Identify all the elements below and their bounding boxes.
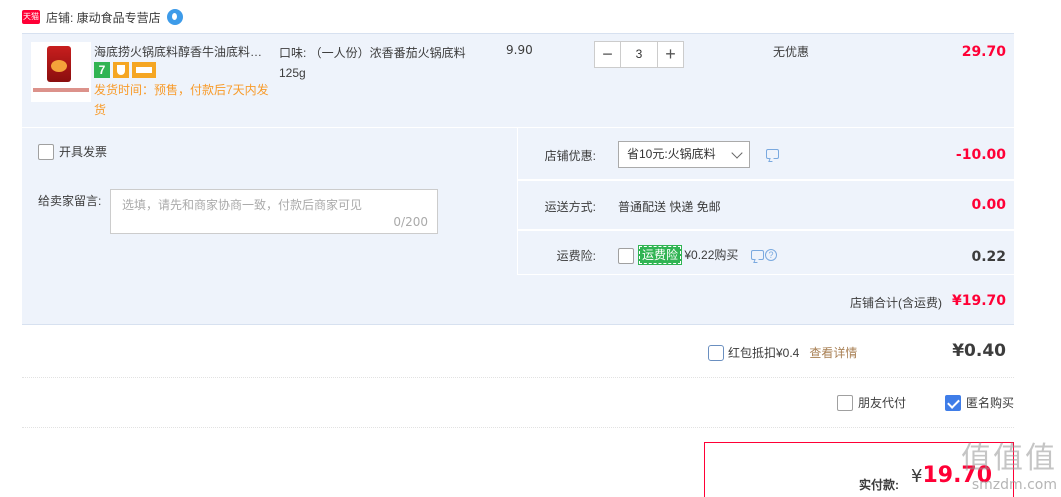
unit-price: 9.90 <box>506 43 533 57</box>
shipping-amount: 0.00 <box>971 197 1006 213</box>
order-options-right: 店铺优惠: 省10元:火锅底料 -10.00 运送方式: 普通配送 快递 免邮 … <box>518 128 1014 275</box>
guarantee-shield-icon[interactable] <box>113 62 129 78</box>
tmall-icon: 天猫 <box>22 10 40 24</box>
qty-minus-button[interactable]: − <box>594 41 621 68</box>
friend-pay-checkbox[interactable] <box>837 394 853 411</box>
coupon-chat-icon[interactable] <box>766 149 779 159</box>
item-thumbnail[interactable] <box>31 42 91 102</box>
redpack-row: 红包抵扣¥0.4 查看详情 ¥0.40 <box>22 326 1014 378</box>
pay-label: 实付款: <box>859 478 899 492</box>
coupon-label: 店铺优惠: <box>544 149 596 163</box>
thumbnail-caption <box>33 88 89 92</box>
insurance-chat-icon[interactable] <box>751 250 764 260</box>
shipping-value: 普通配送 快递 免邮 <box>618 200 721 214</box>
insurance-checkbox[interactable] <box>618 248 634 264</box>
redpack-option[interactable]: 红包抵扣¥0.4 查看详情 <box>708 344 857 361</box>
qty-input[interactable]: 3 <box>621 41 657 68</box>
shipping-row: 运送方式: 普通配送 快递 免邮 0.00 <box>518 181 1014 230</box>
memo-label: 给卖家留言: <box>38 194 102 208</box>
invoice-label: 开具发票 <box>59 145 108 159</box>
wangwang-chat-icon[interactable] <box>166 9 183 25</box>
shop-name[interactable]: 店铺: 康动食品专营店 <box>46 9 161 26</box>
item-sku: 口味: （一人份）浓香番茄火锅底料125g <box>279 46 466 80</box>
pay-amount: ¥19.70 <box>911 463 992 488</box>
insurance-amount: 0.22 <box>971 249 1006 265</box>
memo-placeholder: 选填，请先和商家协商一致，付款后商家可见 <box>122 198 363 212</box>
insurance-badge: 运费险 <box>637 245 683 265</box>
shipping-label: 运送方式: <box>544 200 596 214</box>
coupon-amount: -10.00 <box>955 147 1006 163</box>
redpack-detail-link[interactable]: 查看详情 <box>809 344 857 361</box>
insurance-label: 运费险: <box>556 249 596 263</box>
service-badges: 7 <box>94 62 156 78</box>
order-options-left: 开具发票 给卖家留言: 选填，请先和商家协商一致，付款后商家可见 0/200 <box>22 128 517 275</box>
product-package-image <box>47 46 71 82</box>
memo-char-count: 0/200 <box>393 215 428 229</box>
insurance-row: 运费险: 运费险 ¥0.22购买 ? 0.22 <box>518 231 1014 275</box>
anonymous-buy-label: 匿名购买 <box>966 396 1015 410</box>
shop-header: 天猫 店铺: 康动食品专营店 <box>22 8 183 26</box>
friend-pay-label: 朋友代付 <box>858 396 907 410</box>
shop-total-value: ¥19.70 <box>951 293 1006 309</box>
friend-pay-option[interactable]: 朋友代付 <box>837 394 906 411</box>
shop-total-label: 店铺合计(含运费) <box>850 296 942 310</box>
insurance-price-text: ¥0.22购买 <box>684 248 739 262</box>
invoice-checkbox[interactable] <box>38 143 54 160</box>
cart-item-row: 海底捞火锅底料醇香牛油底料番茄火锅底料 7 发货时间：预售，付款后7天内发货 口… <box>22 33 1014 127</box>
seller-memo-input[interactable]: 选填，请先和商家协商一致，付款后商家可见 0/200 <box>110 189 438 234</box>
item-total: 29.70 <box>961 44 1006 60</box>
chevron-down-icon <box>731 147 743 159</box>
seven-day-return-icon[interactable]: 7 <box>94 62 110 78</box>
insurance-option[interactable]: 运费险 ¥0.22购买 <box>637 245 739 265</box>
qty-plus-button[interactable]: + <box>657 41 684 68</box>
anonymous-buy-checkbox[interactable] <box>945 394 961 411</box>
invoice-option[interactable]: 开具发票 <box>38 143 107 160</box>
redpack-amount: ¥0.40 <box>952 341 1006 361</box>
coupon-select[interactable]: 省10元:火锅底料 <box>618 141 750 168</box>
ship-time-note: 发货时间：预售，付款后7天内发货 <box>94 83 269 117</box>
coupon-select-value: 省10元:火锅底料 <box>627 147 716 161</box>
redpack-label: 红包抵扣¥0.4 <box>728 346 800 360</box>
credit-card-icon[interactable] <box>132 62 156 78</box>
quantity-stepper: − 3 + <box>594 41 684 68</box>
anonymous-buy-option[interactable]: 匿名购买 <box>945 394 1014 411</box>
shop-total-row: 店铺合计(含运费) ¥19.70 <box>22 275 1014 325</box>
item-title[interactable]: 海底捞火锅底料醇香牛油底料番茄火锅底料 <box>94 43 274 60</box>
pay-currency: ¥ <box>911 466 923 487</box>
item-promo: 无优惠 <box>773 45 810 59</box>
help-icon[interactable]: ? <box>765 249 777 261</box>
pay-summary-box: 实付款: ¥19.70 <box>704 442 1014 497</box>
coupon-row: 店铺优惠: 省10元:火锅底料 -10.00 <box>518 128 1014 180</box>
redpack-checkbox[interactable] <box>708 344 724 361</box>
payment-options-row: 朋友代付 匿名购买 <box>22 378 1014 428</box>
pay-amount-value: 19.70 <box>922 463 993 488</box>
